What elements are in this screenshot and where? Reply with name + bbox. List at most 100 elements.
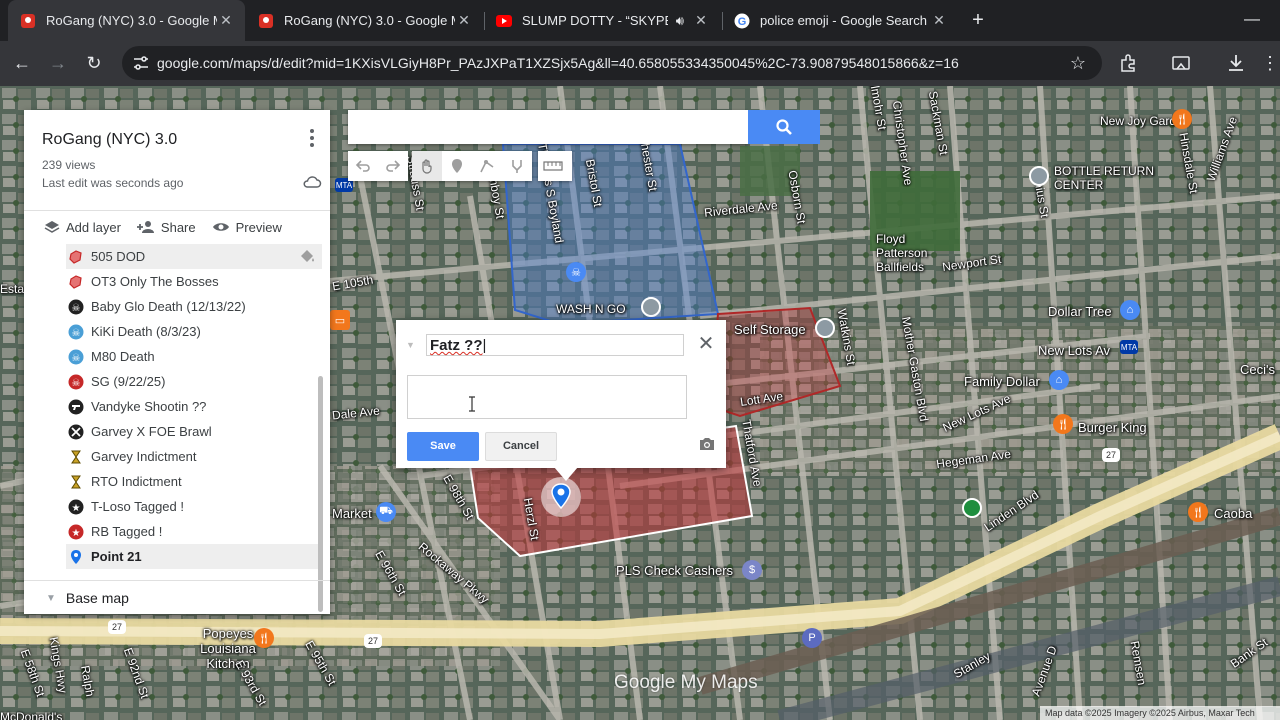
restaurant-marker-icon[interactable]: 🍴︎ [1188, 502, 1208, 522]
tab-close-icon[interactable]: ✕ [930, 12, 948, 29]
place-marker-icon[interactable] [641, 297, 661, 317]
tab-close-icon[interactable]: ✕ [455, 12, 473, 29]
selected-map-pin-icon[interactable] [540, 476, 582, 518]
measure-toolbar [538, 151, 572, 181]
browser-menu-icon[interactable]: ⋮ [1260, 49, 1280, 77]
list-item[interactable]: Garvey Indictment [66, 444, 322, 469]
map-place-label[interactable]: Market [332, 506, 372, 521]
style-dropdown-icon[interactable]: ▼ [406, 340, 415, 350]
save-button[interactable]: Save [407, 432, 479, 461]
list-item[interactable]: ☠ KiKi Death (8/3/23) [66, 319, 322, 344]
feature-description-input[interactable] [407, 375, 687, 419]
map-place-label[interactable]: New Lots Av [1038, 343, 1110, 358]
bookmark-star-icon[interactable]: ☆ [1068, 52, 1088, 74]
map-place-label[interactable]: BOTTLE RETURN CENTER [1054, 164, 1174, 192]
feature-name-input[interactable]: Fatz ??| [426, 334, 684, 356]
style-paint-icon[interactable] [298, 248, 316, 266]
restaurant-marker-icon[interactable]: 🍴︎ [254, 628, 274, 648]
google-my-maps-logo: Google My Maps [614, 672, 758, 693]
list-item[interactable]: RTO Indictment [66, 469, 322, 494]
cast-media-icon[interactable] [1170, 52, 1192, 74]
cancel-button[interactable]: Cancel [485, 432, 557, 461]
close-icon[interactable]: ✕ [696, 334, 716, 354]
map-place-label[interactable]: PLS Check Cashers [616, 563, 733, 578]
address-bar[interactable]: google.com/maps/d/edit?mid=1KXisVLGiyH8P… [122, 46, 1102, 80]
extensions-puzzle-icon[interactable] [1118, 52, 1140, 74]
download-icon[interactable] [1225, 52, 1247, 74]
preview-button[interactable]: Preview [212, 220, 282, 235]
list-item[interactable]: OT3 Only The Bosses [66, 269, 322, 294]
map-place-label[interactable]: Burger King [1078, 420, 1147, 435]
list-item[interactable]: 505 DOD [66, 244, 322, 269]
browser-tab[interactable]: RoGang (NYC) 3.0 - Google My ✕ [8, 0, 245, 41]
directions-icon[interactable] [502, 151, 532, 181]
chevron-down-icon[interactable]: ▼ [46, 593, 56, 604]
map-place-label[interactable]: Floyd Patterson Ballfields [876, 232, 946, 274]
list-item[interactable]: Garvey X FOE Brawl [66, 419, 322, 444]
map-place-label[interactable]: Esta [0, 282, 24, 296]
share-button[interactable]: Share [136, 220, 196, 235]
redo-icon[interactable] [378, 151, 408, 181]
map-place-label[interactable]: Caoba [1214, 506, 1252, 521]
browser-tab[interactable]: RoGang (NYC) 3.0 - Google My ✕ [246, 0, 483, 41]
tab-close-icon[interactable]: ✕ [217, 12, 235, 29]
eye-icon [212, 223, 229, 231]
base-map-section[interactable]: ▼ Base map [24, 580, 330, 614]
parking-marker-icon[interactable]: P [802, 628, 822, 648]
list-item[interactable]: Vandyke Shootin ?? [66, 394, 322, 419]
last-edit-status: Last edit was seconds ago [42, 176, 184, 190]
reload-icon[interactable]: ↻ [80, 49, 108, 77]
back-arrow-icon[interactable]: ← [8, 49, 36, 77]
ruler-icon[interactable] [538, 151, 568, 181]
map-attribution[interactable]: Map data ©2025 Imagery ©2025 Airbus, Max… [1040, 706, 1280, 720]
browser-tab[interactable]: SLUMP DOTTY - “SKYPE”(O 🔊︎ ✕ [484, 0, 720, 41]
restaurant-marker-icon[interactable]: 🍴︎ [1172, 109, 1192, 129]
more-options-icon[interactable] [306, 126, 318, 150]
skull-icon: ☠ [68, 299, 84, 315]
map-place-label[interactable]: Ceci's [1240, 362, 1275, 377]
map-search-button[interactable] [748, 110, 820, 144]
add-layer-button[interactable]: Add layer [44, 220, 121, 235]
restaurant-marker-icon[interactable]: ▭ [330, 310, 350, 330]
undo-icon[interactable] [348, 151, 378, 181]
place-marker-icon[interactable] [815, 318, 835, 338]
list-item[interactable]: ★ RB Tagged ! [66, 519, 322, 544]
map-place-label[interactable]: Self Storage [734, 322, 806, 337]
list-item-label: Garvey Indictment [91, 449, 197, 464]
restaurant-marker-icon[interactable]: 🍴︎ [1053, 414, 1073, 434]
map-place-label[interactable]: WASH N GO [556, 302, 626, 316]
draw-line-icon[interactable] [472, 151, 502, 181]
shopping-marker-icon[interactable]: ⌂ [1049, 370, 1069, 390]
list-item[interactable]: Point 21 [66, 544, 322, 569]
audio-playing-icon[interactable]: 🔊︎ [676, 13, 684, 29]
add-marker-icon[interactable] [442, 151, 472, 181]
list-item[interactable]: ☠ SG (9/22/25) [66, 369, 322, 394]
forward-arrow-icon[interactable]: → [44, 49, 72, 77]
list-item[interactable]: ☠ Baby Glo Death (12/13/22) [66, 294, 322, 319]
shopping-marker-icon[interactable]: ⌂ [1120, 300, 1140, 320]
panel-scrollbar[interactable] [318, 376, 323, 612]
camera-icon[interactable] [698, 436, 716, 452]
map-title[interactable]: RoGang (NYC) 3.0 [42, 131, 177, 149]
pan-hand-icon[interactable] [412, 151, 442, 181]
map-search-input[interactable] [348, 110, 748, 144]
minimize-window-icon[interactable]: — [1240, 8, 1264, 32]
tab-title: RoGang (NYC) 3.0 - Google My [46, 13, 217, 28]
place-marker-icon[interactable] [1029, 166, 1049, 186]
bank-marker-icon[interactable]: $ [742, 560, 762, 580]
tab-close-icon[interactable]: ✕ [692, 12, 710, 29]
map-place-label[interactable]: McDonald's [0, 710, 62, 720]
list-item[interactable]: ★ T-Loso Tagged ! [66, 494, 322, 519]
svg-text:☠: ☠ [72, 303, 81, 314]
map-place-label[interactable]: Dollar Tree [1048, 304, 1112, 319]
new-tab-icon[interactable]: + [968, 8, 988, 32]
map-place-label[interactable]: Family Dollar [964, 374, 1040, 389]
site-info-icon[interactable] [132, 54, 150, 72]
browser-tab[interactable]: G police emoji - Google Search ✕ [722, 0, 958, 41]
park-marker-icon[interactable] [962, 498, 982, 518]
subway-station-icon[interactable]: MTA [1120, 340, 1138, 354]
youtube-icon [496, 14, 512, 27]
list-item[interactable]: ☠ M80 Death [66, 344, 322, 369]
skull-marker-icon[interactable]: ☠︎ [566, 262, 586, 282]
shopping-marker-icon[interactable]: ⛟︎ [376, 502, 396, 522]
